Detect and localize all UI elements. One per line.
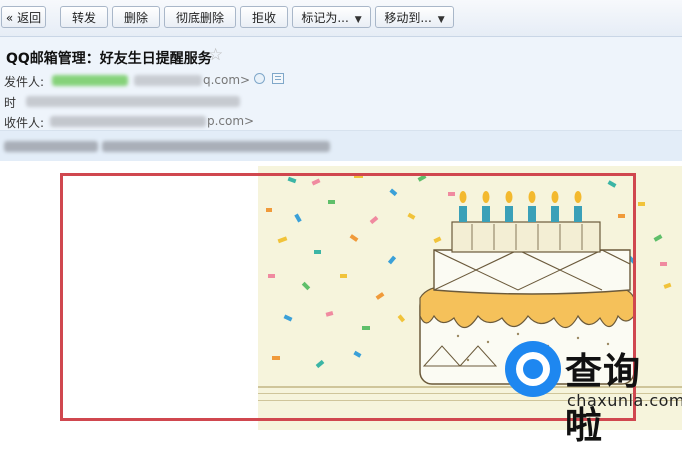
email-subject: QQ邮箱管理：好友生日提醒服务 (6, 51, 212, 67)
watermark-url: chaxunla.com (567, 391, 682, 410)
sender-label: 发件人: (4, 75, 45, 89)
recipient-address-redacted (50, 116, 206, 127)
sender-name-redacted (52, 75, 128, 86)
notice-text-redacted (102, 141, 330, 152)
recipient-label: 收件人: (4, 116, 45, 130)
email-header: QQ邮箱管理：好友生日提醒服务 ☆ 发件人: q.com> 时 收件人: p.c… (0, 37, 682, 131)
recipient-address[interactable]: p.com> (207, 114, 254, 128)
notice-text-redacted (4, 141, 98, 152)
delete-button[interactable]: 删除 (112, 6, 160, 28)
chevron-down-icon: ▼ (437, 15, 445, 25)
move-to-dropdown[interactable]: 移动到... ▼ (375, 6, 454, 28)
move-to-label: 移动到... (384, 11, 432, 25)
forward-button[interactable]: 转发 (60, 6, 108, 28)
delete-permanent-button[interactable]: 彻底删除 (164, 6, 236, 28)
person-icon[interactable] (254, 73, 265, 84)
mark-as-dropdown[interactable]: 标记为... ▼ (292, 6, 371, 28)
magnifier-logo-icon (505, 341, 561, 397)
chevron-down-icon: ▼ (354, 15, 362, 25)
sender-address-redacted (134, 75, 202, 86)
notice-strip (0, 131, 682, 161)
time-label: 时 (4, 96, 17, 110)
back-button[interactable]: « 返回 (1, 6, 46, 28)
mail-toolbar: « 返回 转发 删除 彻底删除 拒收 标记为... ▼ 移动到... ▼ (0, 0, 682, 37)
watermark: 查询啦 chaxunla.com (505, 339, 682, 447)
contact-card-icon[interactable] (272, 73, 284, 84)
sender-address[interactable]: q.com> (203, 73, 250, 87)
reject-button[interactable]: 拒收 (240, 6, 288, 28)
mark-as-label: 标记为... (301, 11, 349, 25)
star-icon[interactable]: ☆ (208, 45, 223, 65)
time-value-redacted (26, 96, 240, 107)
